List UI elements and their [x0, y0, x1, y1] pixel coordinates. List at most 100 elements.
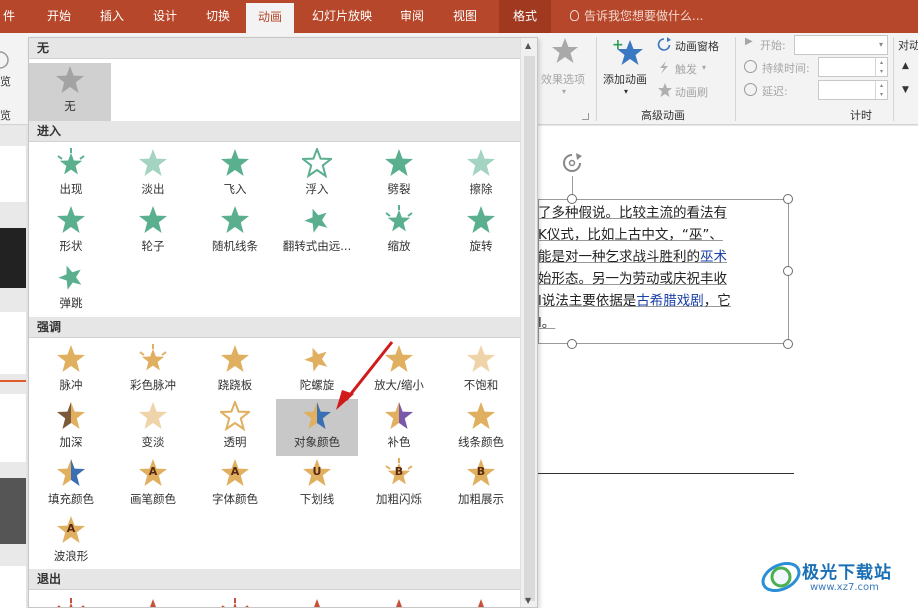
animation-emphasis-item[interactable]: 彩色脉冲 — [112, 342, 194, 399]
ribbon-tab[interactable]: 动画 — [246, 3, 294, 33]
animation-exit-item[interactable] — [358, 594, 440, 607]
animation-emphasis-item[interactable]: A 字体颜色 — [194, 456, 276, 513]
emphasis-star-icon — [139, 402, 167, 429]
animation-entrance-item[interactable]: 随机线条 — [194, 203, 276, 260]
animation-label: 脉冲 — [59, 378, 83, 392]
animation-emphasis-item[interactable]: 脉冲 — [30, 342, 112, 399]
scroll-up-icon[interactable]: ▲ — [525, 41, 531, 50]
animation-emphasis-item[interactable]: B 加粗展示 — [440, 456, 522, 513]
add-animation-icon[interactable]: + — [611, 37, 645, 69]
animation-entrance-item[interactable]: 形状 — [30, 203, 112, 260]
slide-thumbnail[interactable] — [0, 146, 26, 202]
ribbon-tab[interactable]: 设计 — [145, 0, 185, 33]
animation-emphasis-item[interactable]: U 下划线 — [276, 456, 358, 513]
trigger-icon[interactable] — [657, 60, 671, 75]
animation-label: 变淡 — [141, 435, 165, 449]
gallery-scrollbar[interactable]: ▲ ▼ — [520, 38, 537, 607]
hyperlink-text[interactable]: 巫术 — [700, 249, 727, 265]
animation-emphasis-item[interactable]: 透明 — [194, 399, 276, 456]
animation-emphasis-item[interactable]: A 画笔颜色 — [112, 456, 194, 513]
resize-handle[interactable] — [783, 194, 793, 204]
animation-emphasis-item[interactable]: 线条颜色 — [440, 399, 522, 456]
animation-exit-item[interactable] — [112, 594, 194, 607]
duration-input[interactable]: ▴ ▾ — [818, 57, 888, 77]
slide-thumbnail[interactable] — [0, 312, 26, 374]
scrollbar-thumb[interactable] — [524, 56, 535, 601]
entrance-star-icon — [467, 206, 495, 233]
ribbon-tab[interactable]: 切换 — [198, 0, 238, 33]
entrance-star-icon — [385, 205, 413, 232]
animation-entrance-item[interactable]: 劈裂 — [358, 146, 440, 203]
add-animation-button[interactable]: 添加动画 — [603, 71, 647, 87]
animation-exit-item[interactable] — [30, 594, 112, 607]
slide-thumbnail[interactable] — [0, 228, 26, 288]
move-earlier-icon[interactable]: ▲ — [902, 61, 909, 71]
resize-handle[interactable] — [567, 339, 577, 349]
animation-none[interactable]: 无 — [29, 63, 111, 121]
preview-icon[interactable] — [0, 51, 12, 69]
animation-exit-item[interactable] — [440, 594, 522, 607]
ribbon-tab[interactable]: 审阅 — [391, 0, 433, 33]
tell-me-box[interactable]: 告诉我您想要做什么... — [570, 0, 703, 33]
animation-entrance-item[interactable]: 擦除 — [440, 146, 522, 203]
animation-exit-item[interactable] — [276, 594, 358, 607]
animation-gallery-dropdown: 无 无 进入 出现 淡出 飞入 浮入 劈裂 擦除 形状 轮子 随机线条 翻转式由远... 缩放 旋转弹… — [28, 37, 538, 608]
animation-emphasis-item[interactable]: 变淡 — [112, 399, 194, 456]
entrance-star-icon — [58, 265, 82, 290]
animation-label: 字体颜色 — [212, 492, 258, 506]
animation-exit-item[interactable] — [194, 594, 276, 607]
ribbon-separator — [596, 37, 597, 121]
ribbon-tab[interactable]: 视图 — [444, 0, 486, 33]
slide-thumbnail[interactable] — [0, 478, 26, 544]
group-launcher-icon[interactable] — [582, 113, 589, 120]
slide-thumbnail[interactable] — [0, 394, 26, 462]
animation-entrance-item[interactable]: 轮子 — [112, 203, 194, 260]
animation-label: 波浪形 — [53, 549, 89, 563]
animation-emphasis-item[interactable]: 不饱和 — [440, 342, 522, 399]
add-animation-dropdown-icon[interactable]: ▾ — [624, 87, 628, 96]
entrance-star-icon — [221, 206, 249, 233]
effect-options-button[interactable]: 效果选项 — [541, 71, 585, 87]
effect-options-dropdown-icon[interactable]: ▾ — [562, 87, 566, 96]
animation-entrance-item[interactable]: 翻转式由远... — [276, 203, 358, 260]
animation-entrance-item[interactable]: 旋转 — [440, 203, 522, 260]
delay-input[interactable]: ▴ ▾ — [818, 80, 888, 100]
slide-body-text[interactable]: 了多种假说。比较主流的看法有 K仪式，比如上古中文，“巫”、 能是对一种乞求战斗胜利… — [538, 202, 778, 334]
move-later-icon[interactable]: ▼ — [902, 85, 909, 95]
ribbon-tab[interactable]: 格式 — [499, 0, 551, 33]
none-star-icon — [56, 66, 84, 93]
start-select[interactable]: ▾ — [794, 35, 888, 55]
slide-thumbnail[interactable] — [0, 566, 26, 608]
resize-handle[interactable] — [783, 339, 793, 349]
animation-entrance-item[interactable]: 淡出 — [112, 146, 194, 203]
animation-painter-button[interactable]: 动画刷 — [675, 84, 708, 100]
animation-emphasis-item[interactable]: 跷跷板 — [194, 342, 276, 399]
animation-entrance-item[interactable]: 缩放 — [358, 203, 440, 260]
rotate-handle-icon[interactable] — [560, 152, 584, 176]
animation-emphasis-item[interactable]: A 波浪形 — [30, 513, 112, 570]
hyperlink-text[interactable]: 古希腊戏剧 — [636, 293, 704, 309]
watermark-name: 极光下载站 — [802, 563, 892, 583]
preview-fragment[interactable]: 览 — [0, 73, 11, 89]
ribbon-tab[interactable]: 幻灯片放映 — [304, 0, 380, 33]
animation-entrance-item[interactable]: 飞入 — [194, 146, 276, 203]
slide-text-line: l说法主要依据是古希腊戏剧，它 — [538, 293, 731, 309]
animation-pane-icon[interactable] — [656, 37, 672, 52]
resize-handle[interactable] — [783, 266, 793, 276]
effect-options-star-icon[interactable] — [551, 37, 579, 65]
trigger-button[interactable]: 触发 — [675, 61, 697, 77]
animation-emphasis-item[interactable]: 填充颜色 — [30, 456, 112, 513]
animation-emphasis-item[interactable]: 加深 — [30, 399, 112, 456]
animation-entrance-item[interactable]: 出现 — [30, 146, 112, 203]
scroll-down-icon[interactable]: ▼ — [525, 596, 531, 605]
animation-entrance-item[interactable]: 弹跳 — [30, 260, 112, 317]
ribbon-tab[interactable]: 开始 — [40, 0, 78, 33]
ribbon-tab[interactable]: 插入 — [92, 0, 132, 33]
ribbon-tab[interactable]: 件 — [0, 0, 18, 33]
trigger-dropdown-icon[interactable]: ▾ — [702, 63, 706, 72]
animation-pane-button[interactable]: 动画窗格 — [675, 38, 719, 54]
entrance-star-icon — [57, 206, 85, 233]
animation-painter-icon[interactable] — [656, 82, 672, 98]
animation-emphasis-item[interactable]: B 加粗闪烁 — [358, 456, 440, 513]
animation-entrance-item[interactable]: 浮入 — [276, 146, 358, 203]
